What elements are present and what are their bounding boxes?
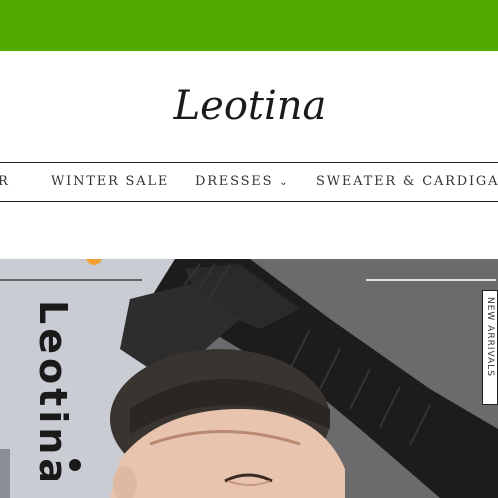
side-label-text: NEW ARRIVALS	[485, 297, 495, 377]
banner-brand-text: Leotina	[31, 300, 81, 480]
logo-text: Leotina	[173, 83, 327, 129]
banner-side-label: NEW ARRIVALS	[482, 290, 498, 405]
main-navigation: R WINTER SALE DRESSES ⌄ SWEATER & CARDIGA…	[0, 162, 498, 202]
nav-item-label: DRESSES	[195, 174, 274, 189]
announcement-bar	[0, 0, 498, 51]
site-header: Leotina	[0, 51, 498, 161]
nav-item-label: R	[0, 174, 10, 189]
nav-item-dresses[interactable]: DRESSES ⌄	[195, 163, 289, 201]
chevron-down-icon: ⌄	[279, 177, 290, 188]
site-logo[interactable]: Leotina	[150, 77, 350, 137]
banner-brand-label: Leotina	[31, 300, 75, 480]
nav-item-sweater-cardigan[interactable]: SWEATER & CARDIGAN	[316, 163, 498, 201]
nav-item-winter-sale[interactable]: WINTER SALE	[51, 163, 169, 201]
nav-item-label: SWEATER & CARDIGAN	[316, 174, 498, 189]
nav-item-label: WINTER SALE	[51, 174, 170, 189]
nav-item-partial[interactable]: R	[0, 163, 10, 201]
